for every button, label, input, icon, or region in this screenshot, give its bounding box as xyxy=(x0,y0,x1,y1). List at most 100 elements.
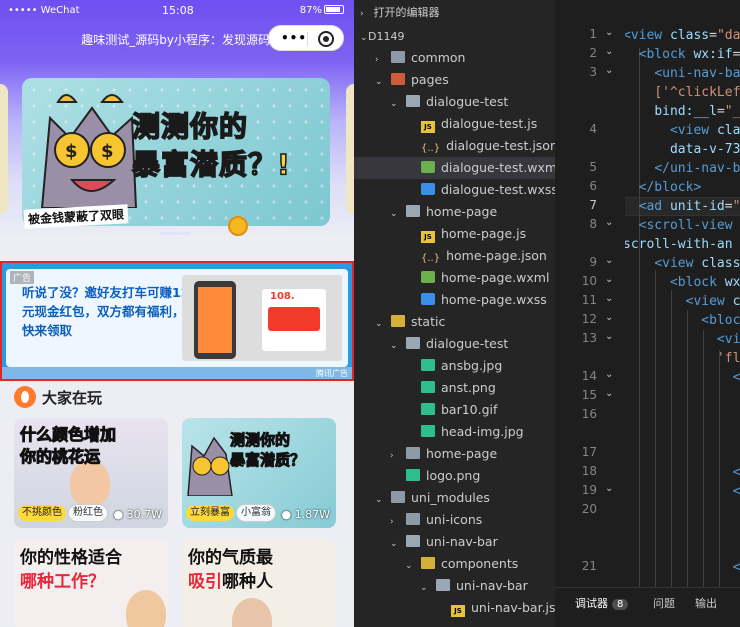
open-editors-label: 打开的编辑器 xyxy=(373,6,440,19)
game-tags: 立刻暴富 小富翁 ● 1.87W xyxy=(186,504,332,522)
tab-debugger[interactable]: 调试器 8 xyxy=(575,595,629,611)
tree-item[interactable]: ⌄ uni-nav-bar xyxy=(354,531,555,553)
tree-item[interactable]: ⌄ components xyxy=(354,553,555,575)
line-number: 7 xyxy=(589,198,597,212)
fold-chevron-icon[interactable]: ⌄ xyxy=(605,46,613,57)
fold-chevron-icon[interactable]: ⌄ xyxy=(605,293,613,304)
battery-icon xyxy=(324,5,344,14)
fold-chevron-icon[interactable]: ⌄ xyxy=(605,312,613,323)
line-number: 6 xyxy=(589,179,597,193)
game-title-line1: 你的气质最 xyxy=(188,548,273,568)
code-line: </uni-nav-ba xyxy=(654,161,740,176)
chevron-down-icon: ⌄ xyxy=(390,539,398,549)
tree-item[interactable]: ⌄ uni_modules xyxy=(354,487,555,509)
tree-item[interactable]: home-page.wxss xyxy=(354,289,555,311)
tree-item[interactable]: home-page.wxml xyxy=(354,267,555,289)
folder-icon xyxy=(391,73,405,85)
tree-item-label: dialogue-test.js xyxy=(441,116,538,131)
code-line: bind:__l="_ xyxy=(654,104,740,119)
chevron-down-icon: ⌄ xyxy=(405,561,413,571)
phone-simulator: ••••• WeChat 15:08 87% 趣味测试_源码by小程序：发现源码… xyxy=(0,0,354,627)
chevron-down-icon: ⌄ xyxy=(420,583,428,593)
tree-item[interactable]: ⌄ dialogue-test xyxy=(354,333,555,355)
open-editors-header[interactable]: › 打开的编辑器 xyxy=(354,0,555,26)
fold-chevron-icon[interactable]: ⌄ xyxy=(605,483,613,494)
tree-item[interactable]: JS uni-nav-bar.js xyxy=(354,597,555,619)
more-menu-icon[interactable]: ••• xyxy=(281,32,307,44)
wxss-file-icon xyxy=(421,183,435,195)
game-card[interactable]: 你的性格适合 哪种工作？ xyxy=(14,540,168,627)
image-file-icon xyxy=(421,359,435,371)
tree-item[interactable]: {..} dialogue-test.json xyxy=(354,135,555,157)
coin-icon xyxy=(228,216,248,236)
tree-item[interactable]: dialogue-test.wxml xyxy=(354,157,555,179)
page-title: 趣味测试_源码by小程序：发现源码 xyxy=(81,33,270,47)
play-count: ● 30.7W xyxy=(113,508,162,521)
tree-item[interactable]: anst.png xyxy=(354,377,555,399)
tree-item[interactable]: logo.png xyxy=(354,465,555,487)
close-miniprogram-icon[interactable] xyxy=(318,31,334,47)
ad-redpacket-card: 108. xyxy=(262,289,326,351)
tree-item-label: dialogue-test.wxss xyxy=(441,182,555,197)
tree-item-label: dialogue-test xyxy=(426,94,509,109)
tree-item[interactable]: ⌄ dialogue-test xyxy=(354,91,555,113)
tree-item[interactable]: ⌄ static xyxy=(354,311,555,333)
image-file-icon xyxy=(421,403,435,415)
ad-card-amount: 108. xyxy=(270,291,295,302)
svg-text:$: $ xyxy=(101,141,114,162)
section-title-text: 大家在玩 xyxy=(42,389,103,407)
tree-item[interactable]: ⌄ uni-nav-bar xyxy=(354,575,555,597)
fold-chevron-icon[interactable]: ⌄ xyxy=(605,65,613,76)
hero-banner[interactable]: $ $ 测测你的 暴富潜质？! xyxy=(22,78,330,226)
code-line: <block wx xyxy=(669,275,740,290)
line-number: 20 xyxy=(581,502,597,516)
chevron-right-icon: › xyxy=(375,55,379,65)
tree-item[interactable]: ⌄ pages xyxy=(354,69,555,91)
fold-chevron-icon[interactable]: ⌄ xyxy=(605,388,613,399)
game-card[interactable]: 测测你的 暴富潜质？ 立刻暴富 小富翁 ● 1.87W xyxy=(182,418,336,528)
fold-chevron-icon[interactable]: ⌄ xyxy=(605,255,613,266)
tag: 小富翁 xyxy=(236,504,276,522)
banner-title-line1: 测测你的 xyxy=(131,109,249,144)
tree-item[interactable]: bar10.gif xyxy=(354,399,555,421)
code-editor[interactable]: <view class="dat <block wx:if= <uni-nav-… xyxy=(625,0,740,627)
banner-next-peek[interactable] xyxy=(346,84,354,214)
tab-output[interactable]: 输出 xyxy=(695,595,717,611)
ad-unit[interactable]: 广告 听说了没？邀好友打车可赚12元现金红包，双方都有福利，快来领取 108. … xyxy=(0,261,354,381)
fold-chevron-icon[interactable]: ⌄ xyxy=(605,331,613,342)
play-count-value: 1.87W xyxy=(294,508,330,521)
ad-redpacket xyxy=(268,307,320,331)
game-card[interactable]: 你的气质最 吸引哪种人 xyxy=(182,540,336,627)
tree-item[interactable]: ansbg.jpg xyxy=(354,355,555,377)
tree-item[interactable]: JS home-page.js xyxy=(354,223,555,245)
mini-program-capsule: ••• xyxy=(268,25,344,51)
tree-item[interactable]: JS dialogue-test.js xyxy=(354,113,555,135)
play-count-value: 30.7W xyxy=(126,508,162,521)
tree-item[interactable]: › common xyxy=(354,47,555,69)
tree-item-label: uni-nav-bar.js xyxy=(471,600,555,615)
ad-creative[interactable]: 广告 听说了没？邀好友打车可赚12元现金红包，双方都有福利，快来领取 108. xyxy=(6,269,348,367)
line-number: 1 xyxy=(589,27,597,41)
tree-item[interactable]: › home-page xyxy=(354,443,555,465)
fold-chevron-icon[interactable]: ⌄ xyxy=(605,27,613,38)
tree-item[interactable]: ⌄ home-page xyxy=(354,201,555,223)
tree-item[interactable]: › uni-icons xyxy=(354,509,555,531)
banner-prev-peek[interactable] xyxy=(0,84,8,214)
line-number: 9 xyxy=(589,255,597,269)
game-card[interactable]: 什么颜色增加 你的桃花运 不挑颜色 粉红色 ● 30.7W xyxy=(14,418,168,528)
tag: 粉红色 xyxy=(68,504,108,522)
tree-item[interactable]: {..} home-page.json xyxy=(354,245,555,267)
fold-chevron-icon[interactable]: ⌄ xyxy=(605,217,613,228)
tree-item[interactable]: head-img.jpg xyxy=(354,421,555,443)
workspace-root[interactable]: ⌄ D1149 xyxy=(354,25,555,47)
line-number: 10 xyxy=(581,274,597,288)
tree-item-label: home-page.wxml xyxy=(441,270,550,285)
fold-chevron-icon[interactable]: ⌄ xyxy=(605,274,613,285)
fold-chevron-icon[interactable]: ⌄ xyxy=(605,369,613,380)
banner-title-line2: 暴富潜质？! xyxy=(131,147,291,182)
wxml-file-icon xyxy=(421,161,435,173)
tab-problems[interactable]: 问题 xyxy=(653,595,675,611)
chevron-right-icon: › xyxy=(390,517,394,527)
code-line: <view c xyxy=(685,294,740,309)
tree-item[interactable]: dialogue-test.wxss xyxy=(354,179,555,201)
